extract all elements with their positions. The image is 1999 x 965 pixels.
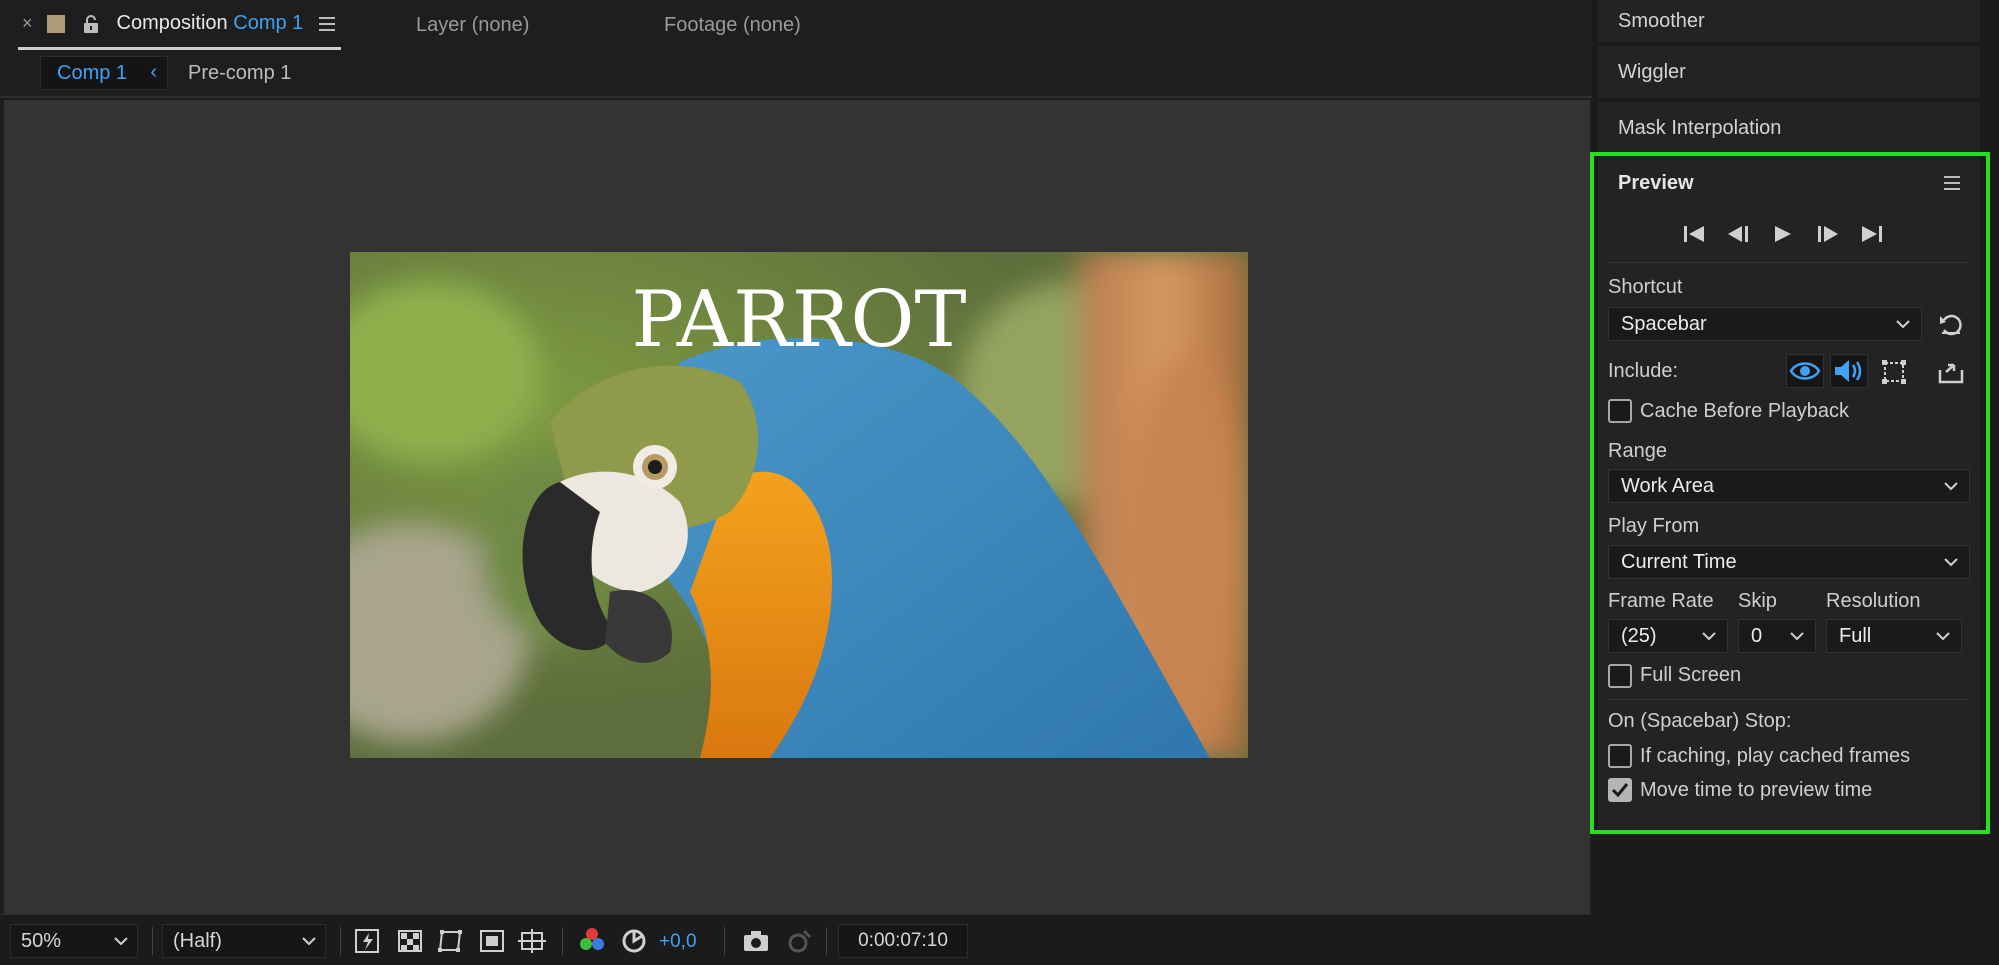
last-frame-icon[interactable] <box>1860 224 1886 244</box>
right-panel-stack: Smoother Wiggler Mask Interpolation Prev… <box>1598 0 1999 965</box>
tab-layer[interactable]: Layer (none) <box>416 0 529 50</box>
include-audio-toggle[interactable] <box>1830 354 1868 388</box>
grid-guides-icon[interactable] <box>518 927 546 955</box>
reset-exposure-icon[interactable] <box>620 927 648 955</box>
chevron-down-icon <box>1943 476 1959 496</box>
if-caching-checkbox[interactable] <box>1608 744 1632 768</box>
play-from-select[interactable]: Current Time <box>1608 545 1970 579</box>
preview-resolution-value: Full <box>1839 624 1872 647</box>
region-of-interest-icon[interactable] <box>478 927 506 955</box>
parrot-image: PARROT <box>350 252 1248 758</box>
speaker-icon <box>1835 360 1862 382</box>
next-frame-icon[interactable] <box>1816 224 1842 244</box>
range-label: Range <box>1608 440 1667 462</box>
move-time-checkbox[interactable] <box>1608 778 1632 802</box>
exposure-value[interactable]: +0,0 <box>659 931 697 953</box>
panel-mask-interpolation[interactable]: Mask Interpolation <box>1598 102 1980 154</box>
tab-composition-label: Composition <box>116 12 228 34</box>
chevron-down-icon <box>1895 314 1911 334</box>
divider <box>826 927 827 955</box>
chevron-down-icon <box>1789 626 1805 646</box>
play-from-label: Play From <box>1608 515 1700 537</box>
breadcrumb-comp-1[interactable]: Comp 1 ‹ <box>40 56 168 90</box>
panel-tab-bar: × Composition Comp 1 Layer (none) Footag… <box>0 0 1592 50</box>
on-stop-label: On (Spacebar) Stop: <box>1608 710 1792 732</box>
image-title-text: PARROT <box>631 275 966 365</box>
zoom-value: 50% <box>21 929 62 952</box>
viewer-toolbar: 50% (Half) +0,0 0:00:07:10 <box>0 914 1592 965</box>
cache-before-playback-label: Cache Before Playback <box>1640 400 1850 422</box>
full-screen-checkbox[interactable] <box>1608 664 1632 688</box>
include-video-toggle[interactable] <box>1786 354 1824 388</box>
composition-panel: × Composition Comp 1 Layer (none) Footag… <box>0 0 1592 965</box>
panel-wiggler[interactable]: Wiggler <box>1598 46 1980 98</box>
panel-menu-icon[interactable] <box>319 16 337 31</box>
resolution-label: Resolution <box>1826 590 1921 612</box>
chevron-down-icon <box>1935 626 1951 646</box>
preview-resolution-select[interactable]: Full <box>1826 619 1962 653</box>
after-effects-window: × Composition Comp 1 Layer (none) Footag… <box>0 0 1999 965</box>
tab-footage[interactable]: Footage (none) <box>664 0 801 50</box>
full-screen-label: Full Screen <box>1640 664 1742 686</box>
checkmark-icon <box>1611 783 1629 798</box>
resolution-value: (Half) <box>173 929 222 952</box>
zoom-select[interactable]: 50% <box>10 924 138 958</box>
skip-label: Skip <box>1738 590 1777 612</box>
mask-path-icon[interactable] <box>436 927 464 955</box>
breadcrumb-label: Comp 1 <box>57 61 128 84</box>
current-time-display[interactable]: 0:00:07:10 <box>838 924 968 958</box>
include-external-output-icon[interactable] <box>1938 360 1964 384</box>
chevron-down-icon <box>301 931 317 951</box>
if-caching-label: If caching, play cached frames <box>1640 745 1911 767</box>
preview-panel: Preview Shortcut Spacebar Include: Cache… <box>1598 156 1980 833</box>
divider <box>1608 699 1970 700</box>
chevron-left-icon[interactable]: ‹ <box>150 61 157 84</box>
frame-rate-label: Frame Rate <box>1608 590 1714 612</box>
play-icon[interactable] <box>1772 224 1794 244</box>
panel-smoother[interactable]: Smoother <box>1598 0 1980 42</box>
skip-value: 0 <box>1751 624 1763 647</box>
eye-icon <box>1789 362 1821 380</box>
divider <box>724 927 725 955</box>
unlock-icon[interactable] <box>83 14 99 33</box>
tab-composition-name: Comp 1 <box>233 12 304 34</box>
color-channels-icon[interactable] <box>578 927 606 955</box>
close-tab-button[interactable]: × <box>22 13 33 34</box>
frame-rate-select[interactable]: (25) <box>1608 619 1728 653</box>
composition-viewer[interactable]: PARROT <box>4 100 1590 914</box>
preview-title: Preview <box>1618 172 1694 194</box>
chevron-down-icon <box>1701 626 1717 646</box>
comp-color-swatch <box>46 14 65 33</box>
tab-composition[interactable]: × Composition Comp 1 <box>18 0 342 50</box>
chevron-down-icon <box>113 931 129 951</box>
breadcrumb-pre-comp-1[interactable]: Pre-comp 1 <box>188 62 291 85</box>
fast-previews-icon[interactable] <box>354 927 382 955</box>
chevron-down-icon <box>1943 552 1959 572</box>
range-value: Work Area <box>1621 474 1714 497</box>
reset-icon[interactable] <box>1938 312 1964 336</box>
move-time-label: Move time to preview time <box>1640 779 1873 801</box>
cache-before-playback-checkbox[interactable] <box>1608 399 1632 423</box>
shortcut-label: Shortcut <box>1608 276 1683 298</box>
panel-menu-icon[interactable] <box>1944 176 1962 190</box>
divider <box>152 927 153 955</box>
range-select[interactable]: Work Area <box>1608 469 1970 503</box>
snapshot-camera-icon[interactable] <box>742 927 770 955</box>
include-label: Include: <box>1608 360 1679 382</box>
shortcut-value: Spacebar <box>1621 312 1707 335</box>
previous-frame-icon[interactable] <box>1726 224 1752 244</box>
divider <box>562 927 563 955</box>
comp-navigator: Comp 1 ‹ Pre-comp 1 <box>0 50 1592 98</box>
divider <box>340 927 341 955</box>
show-snapshot-icon[interactable] <box>784 927 812 955</box>
first-frame-icon[interactable] <box>1682 224 1708 244</box>
shortcut-select[interactable]: Spacebar <box>1608 307 1922 341</box>
include-overlays-icon[interactable] <box>1880 358 1908 386</box>
transparency-grid-icon[interactable] <box>396 927 424 955</box>
frame-rate-value: (25) <box>1621 624 1657 647</box>
resolution-select[interactable]: (Half) <box>162 924 326 958</box>
skip-select[interactable]: 0 <box>1738 619 1816 653</box>
divider <box>1608 262 1970 263</box>
play-from-value: Current Time <box>1621 550 1737 573</box>
